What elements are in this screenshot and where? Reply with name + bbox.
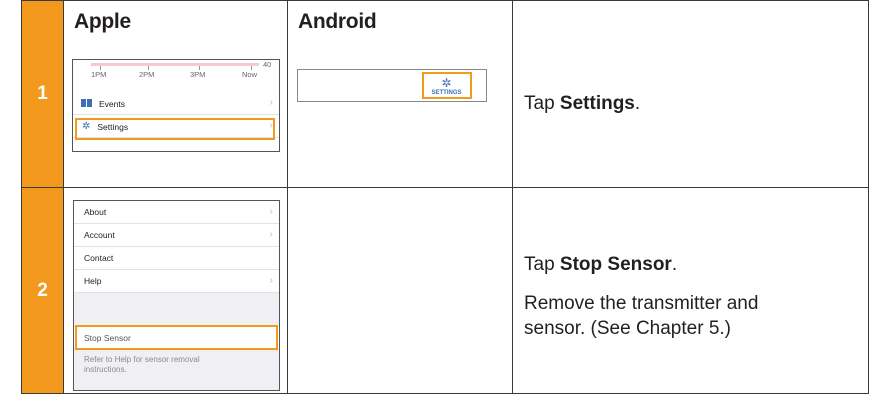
instruction-suffix: . — [634, 93, 641, 114]
time-label: 1PM — [91, 70, 107, 79]
step-number-2: 2 — [21, 187, 64, 394]
instruction-bold: Stop Sensor — [559, 254, 672, 275]
menu-item-label: Account — [84, 230, 115, 240]
time-label: 2PM — [139, 70, 155, 79]
step-number-label: 1 — [37, 83, 48, 104]
menu-item-contact[interactable]: Contact — [74, 247, 279, 270]
instruction-text: Tap Stop Sensor. — [524, 252, 677, 277]
menu-item-label: Events — [99, 98, 125, 109]
chevron-right-icon: › — [269, 206, 273, 217]
instruction-suffix: . — [671, 254, 678, 275]
help-note: Refer to Help for sensor removal instruc… — [84, 355, 200, 374]
axis-value-label: 40 — [263, 60, 272, 69]
step-number-1: 1 — [21, 0, 64, 188]
apple-header: Apple — [74, 10, 131, 33]
apple-column-cell-1: Apple 40 1PM 2PM 3PM Now Events › ✲ Sett… — [63, 0, 288, 188]
instruction-table: 1 Apple 40 1PM 2PM 3PM Now Events › ✲ Se… — [0, 0, 869, 394]
android-column-cell-2 — [287, 187, 513, 394]
android-screenshot-settings: ✲ SETTINGS — [297, 69, 487, 102]
settings-highlight — [422, 72, 472, 99]
settings-highlight — [75, 118, 275, 140]
instruction-text-2: Remove the transmitter and sensor. (See … — [524, 293, 759, 339]
time-label: 3PM — [190, 70, 206, 79]
chevron-right-icon: › — [269, 229, 273, 240]
events-icon — [81, 98, 92, 109]
target-range-band — [91, 63, 259, 66]
instruction-cell-2: Tap Stop Sensor. Remove the transmitter … — [512, 187, 869, 394]
time-label: Now — [242, 70, 258, 79]
stop-sensor-highlight — [75, 325, 278, 350]
menu-item-label: Help — [84, 276, 102, 286]
instruction-prefix: Tap — [524, 254, 560, 275]
android-column-cell-1: Android ✲ SETTINGS — [287, 0, 513, 188]
instruction-text: Tap Settings. — [524, 91, 640, 116]
apple-column-cell-2: About › Account › Contact Help › Stop Se… — [63, 187, 288, 394]
menu-item-events[interactable]: Events › — [73, 93, 279, 115]
instruction-cell-1: Tap Settings. — [512, 0, 869, 188]
chevron-right-icon: › — [269, 275, 273, 286]
menu-item-label: Contact — [84, 253, 114, 263]
chevron-right-icon: › — [269, 97, 273, 108]
menu-item-about[interactable]: About › — [74, 201, 279, 224]
android-header: Android — [298, 10, 377, 33]
instruction-prefix: Tap — [524, 93, 560, 114]
menu-item-account[interactable]: Account › — [74, 224, 279, 247]
menu-item-help[interactable]: Help › — [74, 270, 279, 293]
step-number-label: 2 — [37, 279, 48, 301]
instruction-bold: Settings — [559, 93, 635, 114]
apple-screenshot-settings: 40 1PM 2PM 3PM Now Events › ✲ Settings › — [72, 59, 280, 152]
apple-screenshot-stop-sensor: About › Account › Contact Help › Stop Se… — [73, 200, 280, 391]
menu-item-label: About — [84, 207, 107, 217]
